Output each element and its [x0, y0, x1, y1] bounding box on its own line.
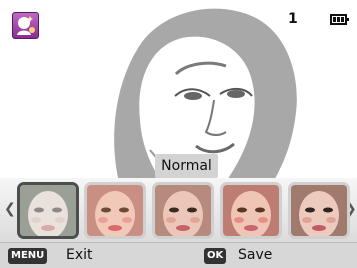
menu-key[interactable]: MENU — [8, 248, 48, 264]
retouch-level-thumbnail[interactable] — [152, 182, 214, 239]
retouch-level-thumbnail[interactable] — [220, 182, 282, 239]
camera-screen: 1 Normal ❮ ❯ MENU Exit OK Save — [0, 0, 357, 268]
battery-icon — [330, 14, 349, 25]
retouch-level-thumbnail[interactable] — [288, 182, 350, 239]
retouch-level-thumbnail[interactable] — [84, 182, 146, 239]
ok-key[interactable]: OK — [204, 248, 227, 264]
shot-count: 1 — [288, 11, 298, 27]
beauty-face-mode-icon[interactable] — [12, 12, 39, 39]
scroll-left-arrow-icon[interactable]: ❮ — [4, 201, 16, 217]
bottom-bar: MENU Exit OK Save — [0, 242, 357, 268]
retouch-level-thumbnail[interactable] — [17, 182, 79, 239]
save-label[interactable]: Save — [238, 247, 272, 263]
exit-label[interactable]: Exit — [66, 247, 93, 263]
retouch-level-label: Normal — [155, 154, 218, 178]
